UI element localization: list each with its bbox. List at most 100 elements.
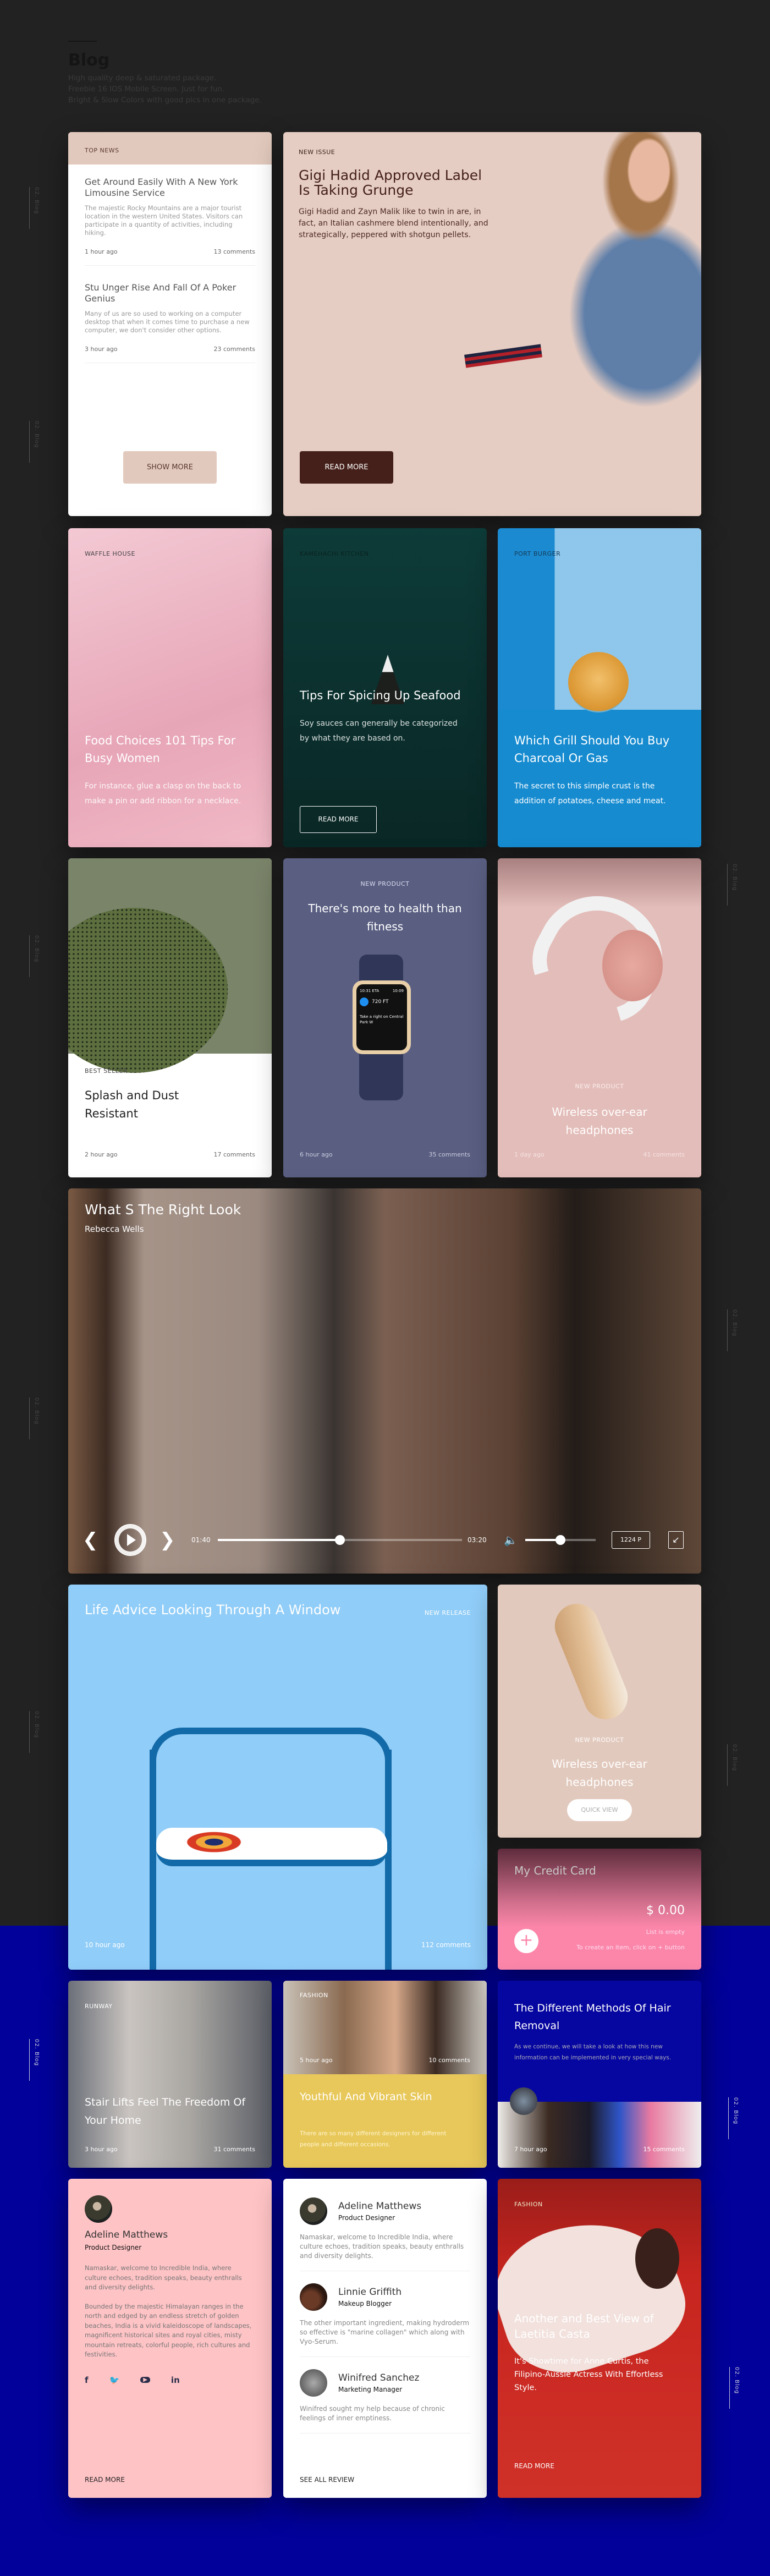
hair-removal-card[interactable]: The Different Methods Of Hair Removal As… — [498, 1981, 701, 2168]
fashion-comments[interactable]: 10 comments — [429, 2057, 471, 2064]
sneaker-title[interactable]: Wireless over-ear headphones — [531, 1755, 668, 1791]
subtitle-line: Freebie 16 IOS Mobile Screen. Just for f… — [68, 85, 225, 94]
volume-thumb[interactable] — [556, 1535, 565, 1545]
product-title[interactable]: Splash and Dust Resistant — [85, 1087, 222, 1123]
news-title[interactable]: Stu Unger Rise And Fall Of A Poker Geniu… — [85, 282, 255, 304]
product-card-watch[interactable]: NEW PRODUCT There's more to health than … — [283, 858, 487, 1177]
header-divider — [68, 41, 97, 42]
avatar[interactable] — [300, 2369, 327, 2397]
video-title: What S The Right Look — [85, 1202, 241, 1218]
next-icon[interactable]: ❯ — [160, 1529, 175, 1551]
youtube-icon[interactable]: ▶ — [140, 2377, 150, 2383]
product-comments[interactable]: 35 comments — [429, 1151, 471, 1158]
progress-thumb[interactable] — [335, 1535, 345, 1545]
runway-title[interactable]: Stair Lifts Feel The Freedom Of Your Hom… — [85, 2093, 250, 2130]
read-more-button[interactable]: READ MORE — [300, 451, 393, 484]
sneaker-card[interactable]: NEW PRODUCT Wireless over-ear headphones… — [498, 1585, 701, 1838]
side-label: 02. Blog — [733, 2097, 739, 2125]
runway-comments[interactable]: 31 comments — [214, 2146, 256, 2153]
release-card[interactable]: Life Advice Looking Through A Window NEW… — [68, 1585, 487, 1970]
product-time: 1 day ago — [514, 1151, 544, 1158]
reviewer-name[interactable]: Winifred Sanchez — [338, 2372, 419, 2383]
casta-title[interactable]: Another and Best View of Laetitia Casta — [514, 2311, 679, 2342]
fullscreen-icon[interactable]: ↙ — [668, 1531, 684, 1549]
fashion-time: 5 hour ago — [300, 2057, 333, 2064]
progress-fill — [218, 1539, 340, 1541]
progress-slider[interactable] — [218, 1535, 462, 1545]
reviews-card: Adeline Matthews Product Designer Namaska… — [283, 2179, 487, 2498]
food-title[interactable]: Food Choices 101 Tips For Busy Women — [85, 732, 255, 767]
add-item-button[interactable]: + — [514, 1929, 538, 1953]
runway-card[interactable]: RUNWAY Stair Lifts Feel The Freedom Of Y… — [68, 1981, 272, 2168]
side-label: 02. Blog — [732, 1744, 738, 1772]
volume-slider[interactable] — [525, 1535, 596, 1545]
reviewer-name[interactable]: Adeline Matthews — [338, 2201, 421, 2212]
side-marker: 02. Blog — [724, 864, 740, 908]
read-more-button[interactable]: READ MORE — [300, 806, 377, 833]
food-text: Soy sauces can generally be categorized … — [300, 719, 458, 743]
credit-card-widget: My Credit Card $ 0.00 + List is empty To… — [498, 1849, 701, 1970]
previous-icon[interactable]: ❮ — [82, 1529, 98, 1551]
product-card-speaker[interactable]: BEST SELLER Splash and Dust Resistant 2 … — [68, 858, 272, 1177]
news-title[interactable]: Get Around Easily With A New York Limous… — [85, 177, 255, 199]
food-title[interactable]: Which Grill Should You Buy Charcoal Or G… — [514, 732, 685, 767]
casta-text: It's Showtime for Anne Curtis, the Filip… — [514, 2357, 663, 2392]
news-text: Many of us are so used to working on a c… — [85, 310, 250, 334]
avatar[interactable] — [85, 2195, 112, 2223]
author-avatar[interactable] — [510, 2087, 537, 2115]
side-marker: 02. Blog — [726, 2367, 743, 2411]
product-title[interactable]: Wireless over-ear headphones — [531, 1103, 668, 1139]
profile-role: Product Designer — [85, 2244, 142, 2251]
new-issue-text: Gigi Hadid and Zayn Malik like to twin i… — [299, 207, 488, 239]
new-issue-title[interactable]: Gigi Hadid Approved Label Is Taking Grun… — [299, 168, 491, 198]
quality-button[interactable]: 1224 P — [612, 1531, 650, 1549]
side-label: 02. Blog — [732, 864, 738, 891]
sneaker-photo — [548, 1597, 635, 1726]
review-item: Linnie Griffith Makeup Blogger The other … — [300, 2271, 470, 2357]
see-all-reviews-link[interactable]: SEE ALL REVIEW — [300, 2476, 354, 2484]
avatar[interactable] — [300, 2197, 327, 2225]
food-card-waffle[interactable]: WAFFLE HOUSE Food Choices 101 Tips For B… — [68, 528, 272, 847]
fashion-skin-card[interactable]: FASHION 5 hour ago 10 comments Youthful A… — [283, 1981, 487, 2168]
twitter-icon[interactable]: 🐦 — [109, 2375, 120, 2385]
food-card-port-burger[interactable]: PORT BURGER Which Grill Should You Buy C… — [498, 528, 701, 847]
video-player-card[interactable]: What S The Right Look Rebecca Wells — [68, 1188, 701, 1574]
profile-name[interactable]: Adeline Matthews — [85, 2229, 255, 2240]
show-more-button[interactable]: SHOW MORE — [123, 451, 217, 484]
product-time: 6 hour ago — [300, 1151, 333, 1158]
volume-icon[interactable]: 🔈 — [504, 1533, 518, 1547]
news-comments[interactable]: 13 comments — [214, 248, 256, 255]
turn-right-icon — [360, 997, 369, 1006]
hair-title[interactable]: The Different Methods Of Hair Removal — [514, 1999, 690, 2035]
fashion-title[interactable]: Youthful And Vibrant Skin — [300, 2088, 465, 2106]
news-time: 1 hour ago — [85, 248, 118, 255]
casta-card[interactable]: FASHION Another and Best View of Laetiti… — [498, 2179, 701, 2498]
news-time: 3 hour ago — [85, 346, 118, 353]
side-marker: 02. Blog — [724, 1744, 740, 1788]
news-comments[interactable]: 23 comments — [214, 346, 256, 353]
product-comments[interactable]: 41 comments — [644, 1151, 685, 1158]
product-title[interactable]: There's more to health than fitness — [305, 900, 465, 936]
quick-view-button[interactable]: QUICK VIEW — [567, 1799, 632, 1821]
facebook-icon[interactable]: f — [85, 2375, 89, 2385]
product-comments[interactable]: 17 comments — [214, 1151, 256, 1158]
review-item: Winifred Sanchez Marketing Manager Winifr… — [300, 2357, 470, 2434]
reviewer-name[interactable]: Linnie Griffith — [338, 2287, 402, 2298]
hair-comments[interactable]: 15 comments — [644, 2146, 685, 2153]
play-button[interactable] — [114, 1524, 146, 1556]
review-text: The other important ingredient, making h… — [300, 2319, 470, 2345]
food-title[interactable]: Tips For Spicing Up Seafood — [300, 687, 465, 704]
release-title[interactable]: Life Advice Looking Through A Window — [85, 1601, 349, 1619]
avatar[interactable] — [300, 2283, 327, 2311]
product-card-headphones[interactable]: NEW PRODUCT Wireless over-ear headphones… — [498, 858, 701, 1177]
read-more-link[interactable]: READ MORE — [85, 2476, 125, 2484]
linkedin-icon[interactable]: in — [171, 2375, 180, 2385]
read-more-link[interactable]: READ MORE — [514, 2462, 554, 2470]
news-item[interactable]: Get Around Easily With A New York Limous… — [85, 177, 255, 266]
model-hair — [635, 2228, 679, 2289]
news-item[interactable]: Stu Unger Rise And Fall Of A Poker Geniu… — [85, 266, 255, 363]
release-comments[interactable]: 112 comments — [421, 1941, 471, 1949]
food-card-kamehachi[interactable]: KAMEHACHI KITCHEN Tips For Spicing Up Se… — [283, 528, 487, 847]
watch-instruction: Take a right on Central Park W — [360, 1015, 404, 1024]
social-links: f 🐦 ▶ in — [85, 2375, 255, 2385]
